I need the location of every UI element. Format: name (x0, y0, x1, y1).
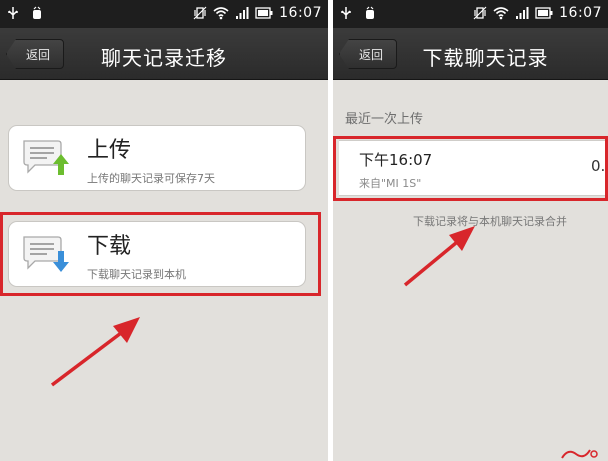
right-phone-screen: 16:07 返回 下载聊天记录 最近一次上传 下午16:07 来自"MI 1S"… (333, 0, 608, 461)
status-bar: 16:07 (0, 0, 328, 28)
section-label: 最近一次上传 (345, 112, 424, 127)
debug-icon (33, 6, 41, 19)
status-time: 16:07 (279, 5, 322, 21)
usb-icon (8, 7, 18, 19)
page-title: 聊天记录迁移 (101, 46, 227, 70)
nav-bar: 返回 聊天记录迁移 (0, 28, 328, 80)
left-phone-screen: 16:07 返回 聊天记录迁移 上传 上传的聊天记录可保存7天 下载 下载聊天记… (0, 0, 328, 461)
vibrate-icon (193, 6, 207, 20)
battery-icon (255, 7, 273, 19)
chat-upload-icon (23, 140, 69, 175)
wifi-icon (213, 7, 229, 20)
signal-icon (516, 7, 529, 19)
page-title: 下载聊天记录 (422, 46, 549, 70)
nav-bar: 返回 下载聊天记录 (333, 28, 608, 80)
upload-option-card[interactable]: 上传 上传的聊天记录可保存7天 (8, 125, 306, 191)
battery-icon (535, 7, 553, 19)
status-time: 16:07 (559, 5, 602, 21)
upload-title: 上传 (87, 138, 132, 163)
debug-icon (366, 6, 374, 19)
upload-subtitle: 上传的聊天记录可保存7天 (87, 172, 215, 185)
vibrate-icon (473, 6, 487, 20)
usb-icon (341, 7, 351, 19)
record-highlight-box (333, 136, 608, 201)
merge-note: 下载记录将与本机聊天记录合并 (413, 215, 567, 228)
status-bar: 16:07 (333, 0, 608, 28)
signal-icon (236, 7, 249, 19)
wifi-icon (493, 7, 509, 20)
download-highlight-box (0, 212, 321, 296)
watermark-logo (561, 449, 598, 459)
